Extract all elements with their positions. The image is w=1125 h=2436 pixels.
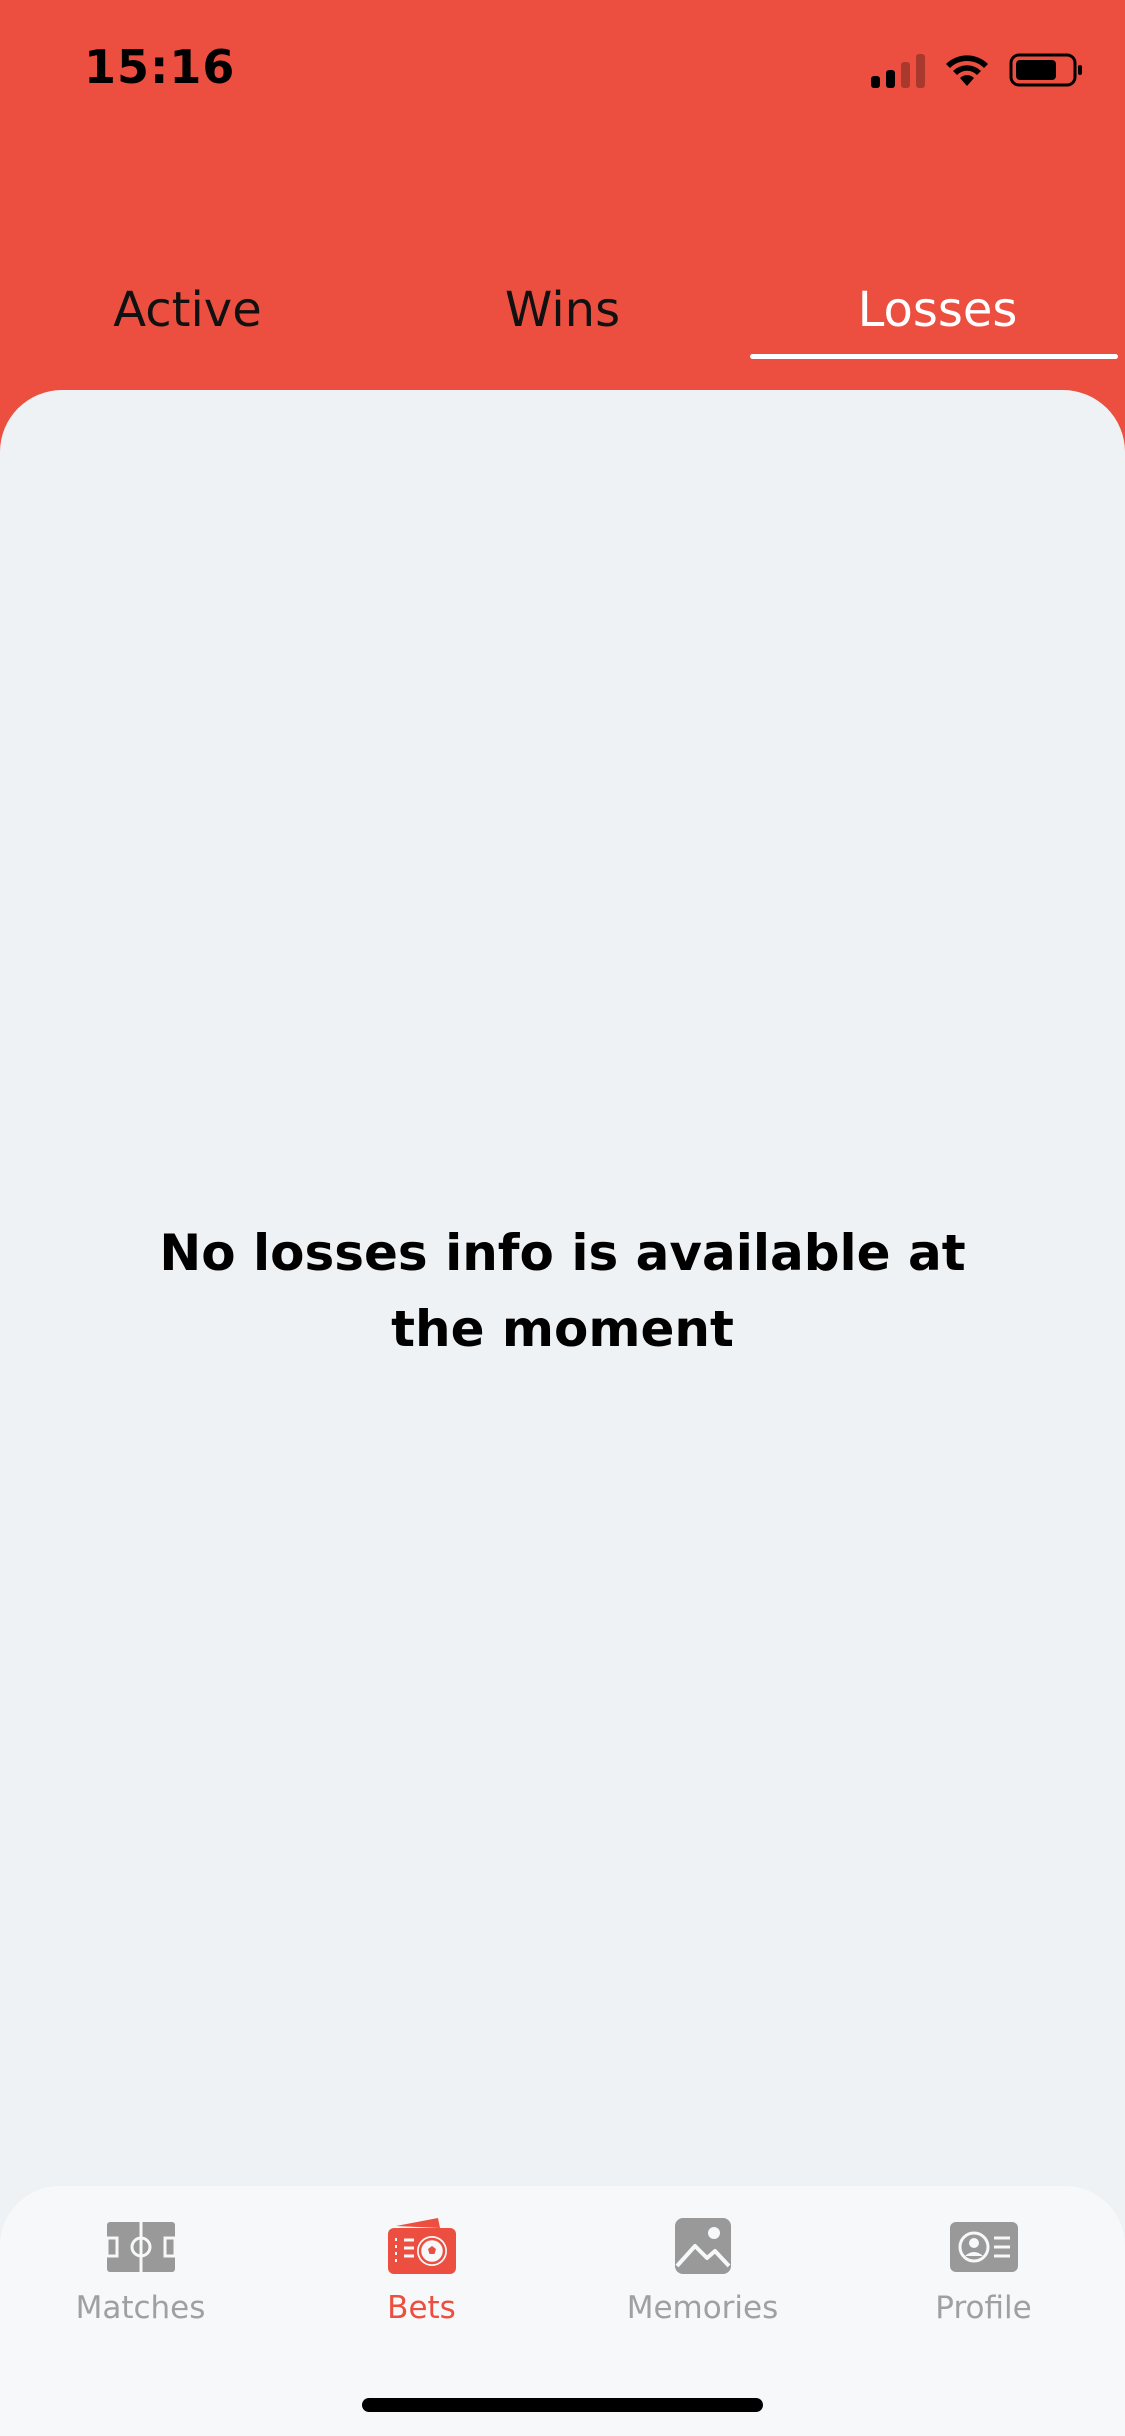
cellular-signal-icon <box>871 52 925 88</box>
bets-tabs: Active Wins Losses <box>0 260 1125 360</box>
status-icons <box>871 50 1083 90</box>
nav-profile-label: Profile <box>935 2290 1032 2326</box>
nav-memories-label: Memories <box>626 2290 779 2326</box>
empty-state-line-1: No losses info is available at <box>159 1224 966 1282</box>
empty-state-message: No losses info is available at the momen… <box>140 1215 985 1367</box>
status-bar: 15:16 <box>0 0 1125 140</box>
tab-losses[interactable]: Losses <box>750 260 1125 360</box>
bets-screen: 15:16 Active Wins Losses No losses info … <box>0 0 1125 2436</box>
active-tab-indicator <box>750 354 1118 359</box>
pitch-icon <box>105 2222 176 2272</box>
battery-icon <box>1009 53 1082 87</box>
nav-bets[interactable]: Bets <box>281 2216 562 2366</box>
home-indicator[interactable] <box>362 2398 763 2412</box>
nav-memories[interactable]: Memories <box>562 2216 843 2366</box>
id-card-icon <box>949 2222 1018 2272</box>
tab-active[interactable]: Active <box>0 260 375 360</box>
nav-matches-label: Matches <box>75 2290 206 2326</box>
empty-state-line-2: the moment <box>391 1300 734 1358</box>
ticket-ball-icon <box>387 2218 456 2274</box>
nav-profile[interactable]: Profile <box>843 2216 1124 2366</box>
losses-content: No losses info is available at the momen… <box>0 390 1125 2436</box>
status-time: 15:16 <box>84 40 236 94</box>
wifi-icon <box>946 55 988 86</box>
tab-wins[interactable]: Wins <box>375 260 750 360</box>
nav-bets-label: Bets <box>387 2290 456 2326</box>
image-icon <box>674 2218 731 2274</box>
nav-matches[interactable]: Matches <box>0 2216 281 2366</box>
